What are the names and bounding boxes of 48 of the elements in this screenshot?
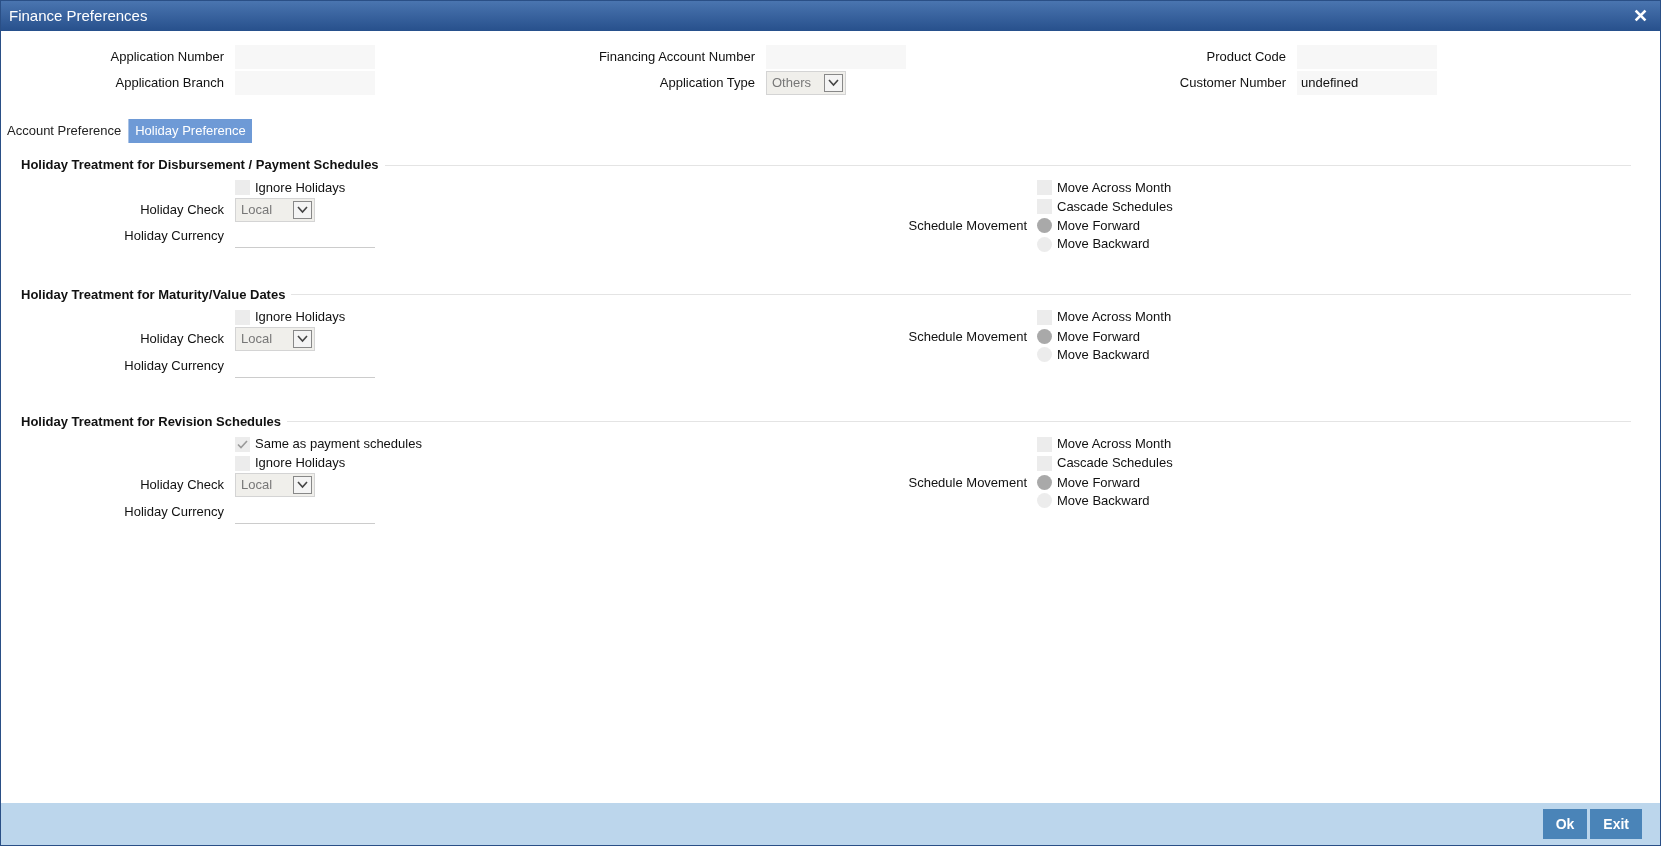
checkbox-label: Move Across Month	[1057, 178, 1172, 197]
field-label: Schedule Movement	[908, 327, 1027, 346]
checkbox-label: Move Across Month	[1057, 435, 1172, 454]
field-label: Holiday Check	[140, 476, 224, 495]
close-button[interactable]: ✕	[1629, 7, 1652, 25]
radio-label: Move Forward	[1057, 217, 1141, 235]
radio-label: Move Backward	[1057, 345, 1150, 364]
checkbox-label: Move Across Month	[1057, 308, 1172, 327]
dialog-button[interactable]: Exit	[1590, 809, 1642, 839]
field-label: Holiday Currency	[124, 502, 224, 521]
radio-label: Move Backward	[1057, 235, 1150, 254]
dropdown[interactable]: Local	[235, 473, 315, 497]
field-label: Application Number	[110, 48, 224, 67]
section-title: Holiday Treatment for Revision Schedules	[21, 412, 282, 431]
checkbox-label: Cascade Schedules	[1057, 197, 1173, 216]
checkbox-label: Same as payment schedules	[255, 435, 422, 454]
field-label: Customer Number	[1179, 74, 1286, 93]
dropdown[interactable]: Others	[766, 71, 846, 95]
window-title: Finance Preferences	[9, 5, 148, 26]
checkbox-label: Ignore Holidays	[255, 178, 346, 197]
field-label: Holiday Check	[140, 330, 224, 349]
field-label: Application Type	[659, 74, 755, 93]
dialog-button[interactable]: Ok	[1542, 809, 1588, 839]
radio-button[interactable]	[1037, 474, 1052, 490]
dropdown[interactable]: Local	[235, 327, 315, 351]
field-label: Financing Account Number	[598, 48, 755, 67]
tab[interactable]: Holiday Preference	[128, 119, 252, 143]
checkbox-label: Ignore Holidays	[255, 454, 346, 473]
field-label: Holiday Check	[140, 200, 224, 219]
tab[interactable]: Account Preference	[6, 119, 123, 143]
radio-label: Move Forward	[1057, 327, 1141, 346]
field-label: Product Code	[1206, 48, 1286, 67]
field-label: Schedule Movement	[908, 217, 1027, 235]
radio-label: Move Forward	[1057, 473, 1141, 492]
section-title: Holiday Treatment for Maturity/Value Dates	[21, 285, 286, 304]
field-label: Holiday Currency	[124, 227, 224, 246]
radio-button[interactable]	[1037, 218, 1052, 234]
field-label: Holiday Currency	[124, 356, 224, 375]
section-title: Holiday Treatment for Disbursement / Payment Schedules	[21, 156, 379, 175]
checkbox[interactable]	[235, 436, 250, 452]
dropdown[interactable]: Local	[235, 197, 315, 222]
radio-label: Move Backward	[1057, 491, 1150, 510]
checkbox-label: Cascade Schedules	[1057, 454, 1173, 473]
field-label: Schedule Movement	[908, 473, 1027, 492]
input-field[interactable]: undefined	[1297, 71, 1437, 95]
radio-button[interactable]	[1037, 328, 1052, 344]
field-label: Application Branch	[115, 74, 224, 93]
checkbox-label: Ignore Holidays	[255, 308, 346, 327]
